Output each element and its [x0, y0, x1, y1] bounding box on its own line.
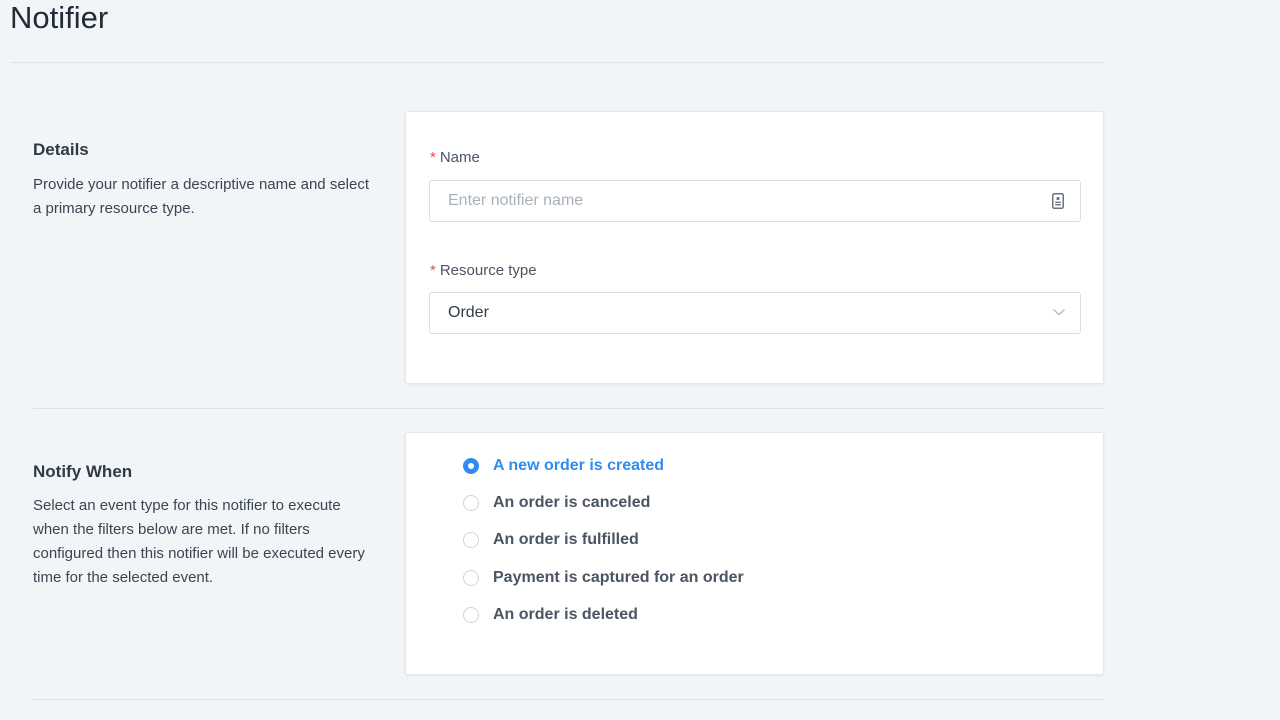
radio-option-order-deleted[interactable]: An order is deleted — [463, 603, 638, 627]
radio-label[interactable]: An order is fulfilled — [493, 531, 639, 549]
resource-type-select[interactable]: Order — [429, 292, 1081, 334]
notify-when-description: Select an event type for this notifier t… — [33, 497, 365, 586]
details-heading: Details — [33, 140, 89, 159]
name-input[interactable] — [430, 181, 1030, 221]
radio-label[interactable]: Payment is captured for an order — [493, 569, 744, 587]
resource-type-selected-value: Order — [448, 304, 489, 321]
id-card-icon[interactable] — [1052, 193, 1064, 209]
radio-button[interactable] — [463, 495, 479, 511]
name-label: * Name — [430, 149, 480, 166]
radio-option-order-created[interactable]: A new order is created — [463, 454, 664, 478]
section-divider — [33, 408, 1104, 409]
section-divider — [33, 699, 1104, 700]
radio-button[interactable] — [463, 607, 479, 623]
notify-when-heading: Notify When — [33, 462, 133, 481]
notifier-page: Notifier Details Provide your notifier a… — [0, 0, 1280, 720]
notify-when-card: A new order is created An order is cance… — [405, 432, 1104, 675]
radio-option-order-fulfilled[interactable]: An order is fulfilled — [463, 528, 639, 552]
radio-button[interactable] — [463, 532, 479, 548]
radio-label[interactable]: A new order is created — [493, 457, 664, 475]
chevron-down-icon — [1053, 308, 1065, 316]
name-input-wrapper[interactable] — [429, 180, 1081, 222]
name-label-text: Name — [439, 149, 480, 166]
radio-button[interactable] — [463, 458, 479, 474]
radio-label[interactable]: An order is canceled — [493, 494, 650, 512]
radio-option-payment-captured[interactable]: Payment is captured for an order — [463, 566, 744, 590]
resource-type-label: * Resource type — [430, 262, 537, 279]
page-title: Notifier — [10, 0, 109, 35]
radio-button[interactable] — [463, 570, 479, 586]
details-card: *Name *Resource type Order — [405, 111, 1104, 384]
radio-label[interactable]: An order is deleted — [493, 606, 638, 624]
details-description: Provide your notifier a descriptive name… — [33, 176, 370, 217]
resource-type-label-text: Resource type — [439, 262, 537, 279]
required-mark: * — [430, 262, 436, 279]
required-mark: * — [430, 149, 436, 166]
header-divider — [10, 62, 1104, 63]
radio-option-order-canceled[interactable]: An order is canceled — [463, 491, 650, 515]
